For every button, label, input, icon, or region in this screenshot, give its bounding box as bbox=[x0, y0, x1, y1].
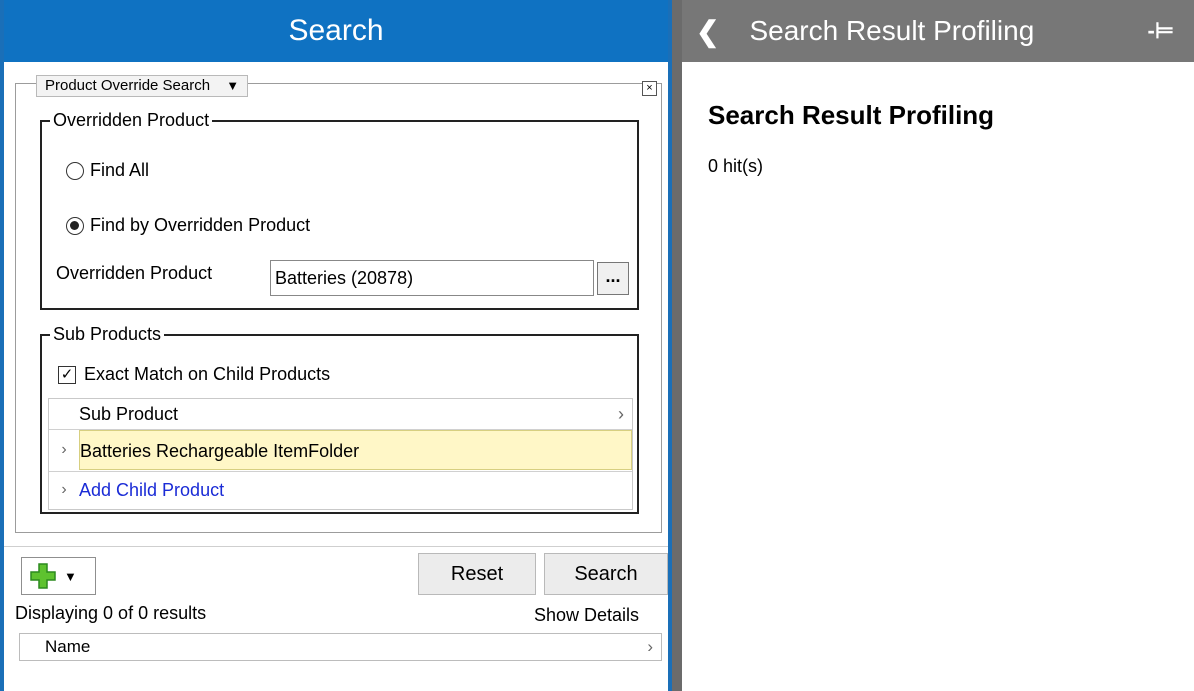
overridden-product-legend: Overridden Product bbox=[50, 110, 213, 131]
find-by-product-label: Find by Overridden Product bbox=[90, 215, 311, 235]
find-all-label: Find All bbox=[90, 160, 150, 180]
sub-product-grid: Sub Product › › Batteries Rechargeable I… bbox=[48, 398, 633, 510]
chevron-right-icon[interactable]: › bbox=[49, 441, 79, 459]
exact-match-row[interactable]: ✓ Exact Match on Child Products bbox=[58, 364, 330, 385]
results-grid: Name › bbox=[19, 633, 662, 661]
find-all-radio[interactable] bbox=[66, 161, 84, 180]
chevron-right-icon: › bbox=[618, 403, 624, 424]
add-button[interactable]: ▼ bbox=[21, 557, 96, 595]
add-child-product-link[interactable]: Add Child Product bbox=[79, 480, 224, 501]
overridden-product-group: Overridden Product Find All Find by Over… bbox=[40, 110, 639, 310]
search-button[interactable]: Search bbox=[544, 553, 668, 595]
close-icon[interactable]: × bbox=[642, 81, 657, 96]
pane-divider[interactable] bbox=[672, 0, 682, 691]
overridden-product-field[interactable]: Batteries (20878) bbox=[270, 260, 594, 296]
results-count: Displaying 0 of 0 results bbox=[15, 603, 207, 623]
search-type-dropdown[interactable]: Product Override Search ▼ bbox=[36, 75, 249, 97]
pin-icon[interactable]: -⊨ bbox=[1148, 18, 1175, 44]
sub-product-grid-header[interactable]: Sub Product › bbox=[49, 399, 632, 429]
search-pane: Search Product Override Search ▼ × Overr… bbox=[0, 0, 672, 691]
sub-product-cell: Batteries Rechargeable ItemFolder bbox=[79, 430, 632, 470]
caret-down-icon: ▼ bbox=[226, 78, 240, 93]
profiling-heading: Search Result Profiling bbox=[708, 100, 995, 130]
overridden-product-label: Overridden Product bbox=[56, 263, 213, 283]
product-override-search-panel: Product Override Search ▼ × Overridden P… bbox=[15, 75, 662, 533]
show-details-link[interactable]: Show Details bbox=[534, 605, 639, 626]
sub-products-group: Sub Products ✓ Exact Match on Child Prod… bbox=[40, 324, 639, 514]
find-all-radio-row[interactable]: Find All bbox=[66, 160, 149, 181]
exact-match-label: Exact Match on Child Products bbox=[84, 364, 331, 384]
search-type-label: Product Override Search bbox=[45, 77, 211, 94]
find-by-product-radio[interactable] bbox=[66, 216, 84, 235]
find-by-product-radio-row[interactable]: Find by Overridden Product bbox=[66, 215, 310, 236]
profiling-content: Search Result Profiling 0 hit(s) bbox=[708, 100, 994, 177]
name-column-header[interactable]: Name bbox=[45, 634, 90, 660]
search-pane-title: Search bbox=[4, 0, 668, 62]
hit-count: 0 hit(s) bbox=[708, 156, 764, 176]
sub-products-legend: Sub Products bbox=[50, 324, 165, 345]
browse-product-button[interactable]: ... bbox=[597, 262, 629, 295]
chevron-right-icon: › bbox=[647, 637, 653, 656]
add-child-product-row[interactable]: › Add Child Product bbox=[49, 472, 632, 508]
chevron-left-icon[interactable]: ❮ bbox=[696, 15, 719, 48]
profiling-header-title: Search Result Profiling bbox=[749, 15, 1035, 46]
caret-down-icon: ▼ bbox=[64, 568, 77, 584]
green-plus-icon bbox=[30, 563, 56, 589]
table-row[interactable]: › Batteries Rechargeable ItemFolder bbox=[49, 430, 632, 470]
reset-button[interactable]: Reset bbox=[418, 553, 536, 595]
chevron-right-icon: › bbox=[61, 481, 67, 498]
exact-match-checkbox[interactable]: ✓ bbox=[58, 365, 76, 384]
profiling-header: ❮ Search Result Profiling -⊨ bbox=[682, 0, 1194, 62]
sub-product-column-header: Sub Product bbox=[79, 403, 179, 424]
